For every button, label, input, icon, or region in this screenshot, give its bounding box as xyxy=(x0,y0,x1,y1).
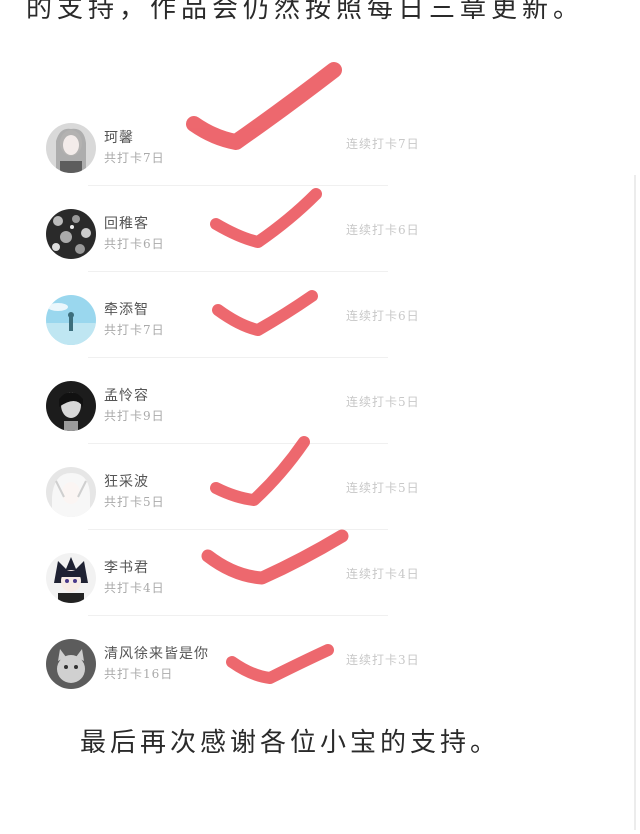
list-item[interactable]: 牵添智 共打卡7日 连续打卡6日 xyxy=(40,277,440,357)
total-checkin: 共打卡16日 xyxy=(104,667,174,681)
list-item[interactable]: 李书君 共打卡4日 连续打卡4日 xyxy=(40,535,440,615)
user-name: 李书君 xyxy=(104,560,149,576)
sky-figure-avatar xyxy=(46,295,96,345)
anime-boy-avatar xyxy=(46,553,96,603)
edge-divider xyxy=(634,175,636,830)
streak-checkin: 连续打卡7日 xyxy=(346,137,420,151)
row-divider xyxy=(88,185,388,186)
list-item[interactable]: 孟怜容 共打卡9日 连续打卡5日 xyxy=(40,363,440,443)
intro-text-line: 的支持，作品会仍然按照每日三章更新。 xyxy=(26,0,585,24)
total-checkin: 共打卡7日 xyxy=(104,151,165,165)
list-item[interactable]: 清风徐来皆是你 共打卡16日 连续打卡3日 xyxy=(40,621,440,701)
streak-checkin: 连续打卡5日 xyxy=(346,481,420,495)
list-item[interactable]: 珂馨 共打卡7日 连续打卡7日 xyxy=(40,105,440,185)
white-hair-avatar xyxy=(46,467,96,517)
row-divider xyxy=(88,357,388,358)
streak-checkin: 连续打卡5日 xyxy=(346,395,420,409)
user-name: 清风徐来皆是你 xyxy=(104,646,209,662)
floral-pattern-avatar xyxy=(46,209,96,259)
user-name: 回稚客 xyxy=(104,216,149,232)
cat-avatar xyxy=(46,639,96,689)
streak-checkin: 连续打卡3日 xyxy=(346,653,420,667)
row-divider xyxy=(88,443,388,444)
dark-portrait-avatar xyxy=(46,381,96,431)
grey-portrait-avatar xyxy=(46,123,96,173)
total-checkin: 共打卡4日 xyxy=(104,581,165,595)
thanks-text-line: 最后再次感谢各位小宝的支持。 xyxy=(80,728,501,758)
streak-checkin: 连续打卡6日 xyxy=(346,309,420,323)
total-checkin: 共打卡5日 xyxy=(104,495,165,509)
streak-checkin: 连续打卡6日 xyxy=(346,223,420,237)
streak-checkin: 连续打卡4日 xyxy=(346,567,420,581)
user-name: 珂馨 xyxy=(104,130,134,146)
row-divider xyxy=(88,615,388,616)
list-item[interactable]: 狂采波 共打卡5日 连续打卡5日 xyxy=(40,449,440,529)
user-name: 狂采波 xyxy=(104,474,149,490)
total-checkin: 共打卡6日 xyxy=(104,237,165,251)
row-divider xyxy=(88,529,388,530)
row-divider xyxy=(88,271,388,272)
total-checkin: 共打卡7日 xyxy=(104,323,165,337)
total-checkin: 共打卡9日 xyxy=(104,409,165,423)
list-item[interactable]: 回稚客 共打卡6日 连续打卡6日 xyxy=(40,191,440,271)
user-name: 孟怜容 xyxy=(104,388,149,404)
user-name: 牵添智 xyxy=(104,302,149,318)
